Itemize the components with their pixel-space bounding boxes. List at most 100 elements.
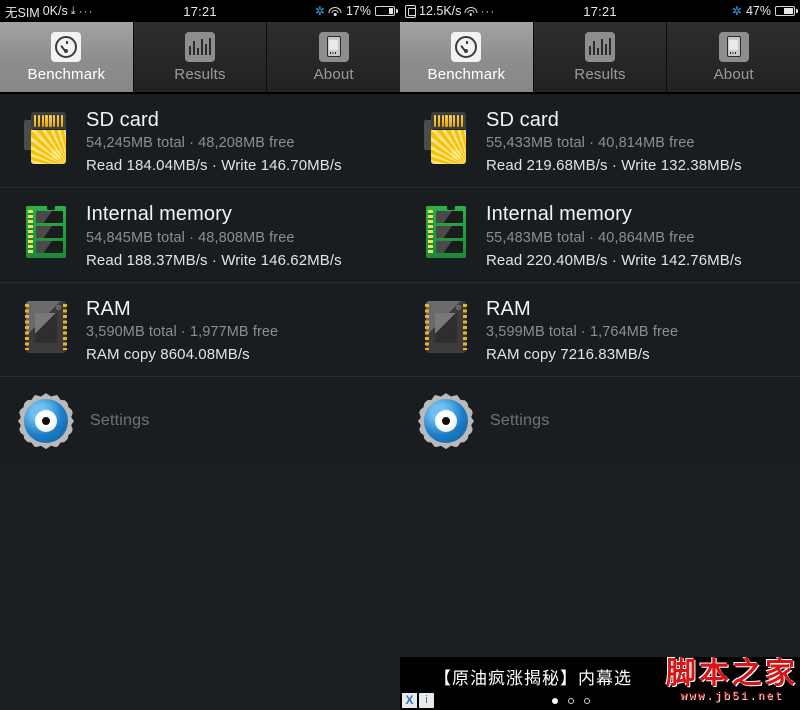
benchmark-list-left: SD card 54,245MB total · 48,208MB free R…: [0, 94, 400, 466]
tab-benchmark[interactable]: Benchmark: [400, 22, 533, 92]
list-item-text: RAM 3,599MB total · 1,764MB free RAM cop…: [486, 297, 678, 363]
tab-about[interactable]: About: [266, 22, 400, 92]
sim-card-icon: [405, 4, 416, 18]
item-speed: RAM copy 8604.08MB/s: [86, 346, 250, 364]
item-title: Internal memory: [486, 203, 632, 226]
list-item-text: SD card 54,245MB total · 48,208MB free R…: [86, 108, 342, 174]
network-speed-label: 12.5K/s: [419, 4, 462, 18]
status-left-group: 无SIM 0K/s ⤓ ···: [5, 2, 94, 21]
item-title: RAM: [86, 297, 131, 320]
ad-banner[interactable]: 【原油疯涨揭秘】内幕选 X i 脚本之家 www.jb51.net: [400, 657, 800, 710]
ad-dot[interactable]: [568, 698, 574, 704]
list-item-internal-memory[interactable]: Internal memory 54,845MB total · 48,808M…: [0, 188, 400, 283]
item-capacity: 3,590MB total · 1,977MB free: [86, 324, 279, 341]
item-title: SD card: [486, 109, 559, 131]
sd-card-icon: [18, 108, 72, 170]
list-item-text: Internal memory 54,845MB total · 48,808M…: [86, 202, 342, 268]
item-capacity: 54,845MB total · 48,808MB free: [86, 229, 295, 246]
status-more-icon: ···: [78, 4, 94, 18]
status-left-group: 12.5K/s ···: [405, 4, 495, 18]
screenshot-stage: 无SIM 0K/s ⤓ ··· 17:21 ✲ 17% Benchmark Re…: [0, 0, 800, 710]
settings-label: Settings: [490, 412, 550, 430]
item-capacity: 55,433MB total · 40,814MB free: [486, 135, 695, 152]
info-icon[interactable]: i: [419, 693, 434, 708]
list-item-ram[interactable]: RAM 3,599MB total · 1,764MB free RAM cop…: [400, 282, 800, 378]
gear-eye-icon: [418, 393, 474, 450]
watermark-url: www.jb51.net: [680, 691, 784, 703]
status-bar-right: 12.5K/s ··· 17:21 ✲ 47%: [400, 0, 800, 22]
phone-screenshot-left: 无SIM 0K/s ⤓ ··· 17:21 ✲ 17% Benchmark Re…: [0, 0, 400, 710]
ram-chip-icon: [418, 297, 472, 359]
settings-label: Settings: [90, 412, 150, 430]
bar-chart-icon: [185, 31, 215, 62]
phone-screenshot-right: 12.5K/s ··· 17:21 ✲ 47% Benchmark Result…: [400, 0, 800, 710]
empty-area-left: [0, 465, 400, 701]
ad-pager-dots[interactable]: [552, 698, 590, 704]
item-speed: RAM copy 7216.83MB/s: [486, 346, 650, 364]
status-right-group: ✲ 17%: [314, 4, 398, 18]
item-speed: Read 184.04MB/s · Write 146.70MB/s: [86, 157, 342, 175]
tab-about[interactable]: About: [666, 22, 800, 92]
tab-benchmark[interactable]: Benchmark: [0, 22, 133, 92]
memory-stick-icon: [418, 202, 472, 264]
tab-benchmark-label: Benchmark: [427, 65, 506, 83]
list-item-text: SD card 55,433MB total · 40,814MB free R…: [486, 108, 742, 174]
close-icon[interactable]: X: [402, 693, 417, 708]
ad-dot[interactable]: [584, 698, 590, 704]
tab-about-label: About: [313, 65, 354, 83]
speedometer-icon: [451, 31, 482, 62]
tab-bar-right: Benchmark Results About: [400, 22, 800, 94]
download-icon: ⤓: [70, 4, 76, 17]
item-capacity: 54,245MB total · 48,208MB free: [86, 135, 295, 152]
wifi-icon: [328, 6, 342, 16]
phone-icon: [718, 31, 749, 62]
settings-row[interactable]: Settings: [0, 377, 400, 466]
benchmark-list-right: SD card 55,433MB total · 40,814MB free R…: [400, 94, 800, 466]
list-item-sd-card[interactable]: SD card 54,245MB total · 48,208MB free R…: [0, 94, 400, 189]
memory-stick-icon: [18, 202, 72, 264]
battery-icon: [375, 6, 398, 16]
tab-results-label: Results: [174, 65, 226, 83]
settings-row[interactable]: Settings: [400, 377, 800, 466]
ad-dot[interactable]: [552, 698, 558, 704]
item-speed: Read 188.37MB/s · Write 146.62MB/s: [86, 251, 342, 269]
tab-results[interactable]: Results: [532, 22, 667, 92]
list-item-ram[interactable]: RAM 3,590MB total · 1,977MB free RAM cop…: [0, 282, 400, 378]
ad-text: 【原油疯涨揭秘】内幕选: [434, 669, 632, 688]
item-title: SD card: [86, 109, 159, 131]
tab-results[interactable]: Results: [132, 22, 267, 92]
list-item-text: RAM 3,590MB total · 1,977MB free RAM cop…: [86, 297, 278, 363]
watermark: 脚本之家 www.jb51.net: [666, 657, 798, 704]
item-speed: Read 219.68MB/s · Write 132.38MB/s: [486, 157, 742, 175]
speedometer-icon: [51, 31, 82, 62]
item-capacity: 3,599MB total · 1,764MB free: [486, 324, 679, 341]
phone-icon: [318, 31, 349, 62]
bluetooth-icon: ✲: [314, 4, 325, 18]
bluetooth-icon: ✲: [731, 4, 742, 18]
tab-results-label: Results: [574, 65, 626, 83]
battery-percent-label: 47%: [745, 4, 771, 18]
item-speed: Read 220.40MB/s · Write 142.76MB/s: [486, 251, 742, 269]
status-bar-left: 无SIM 0K/s ⤓ ··· 17:21 ✲ 17%: [0, 0, 400, 22]
battery-percent-label: 17%: [345, 4, 371, 18]
list-item-internal-memory[interactable]: Internal memory 55,483MB total · 40,864M…: [400, 188, 800, 283]
bar-chart-icon: [585, 31, 615, 62]
tab-benchmark-label: Benchmark: [27, 65, 106, 83]
tab-about-label: About: [713, 65, 754, 83]
tab-bar-left: Benchmark Results About: [0, 22, 400, 94]
item-capacity: 55,483MB total · 40,864MB free: [486, 229, 695, 246]
list-item-text: Internal memory 55,483MB total · 40,864M…: [486, 202, 742, 268]
carrier-label: 无SIM: [5, 5, 40, 20]
watermark-brand: 脚本之家: [666, 657, 798, 690]
battery-icon: [775, 6, 798, 16]
item-title: RAM: [486, 297, 531, 320]
item-title: Internal memory: [86, 203, 232, 226]
status-more-icon: ···: [480, 4, 496, 18]
network-speed-label: 0K/s: [42, 4, 68, 18]
sd-card-icon: [418, 108, 472, 170]
gear-eye-icon: [18, 393, 74, 450]
ram-chip-icon: [18, 297, 72, 359]
list-item-sd-card[interactable]: SD card 55,433MB total · 40,814MB free R…: [400, 94, 800, 189]
wifi-icon: [464, 6, 478, 16]
status-right-group: ✲ 47%: [731, 4, 798, 18]
